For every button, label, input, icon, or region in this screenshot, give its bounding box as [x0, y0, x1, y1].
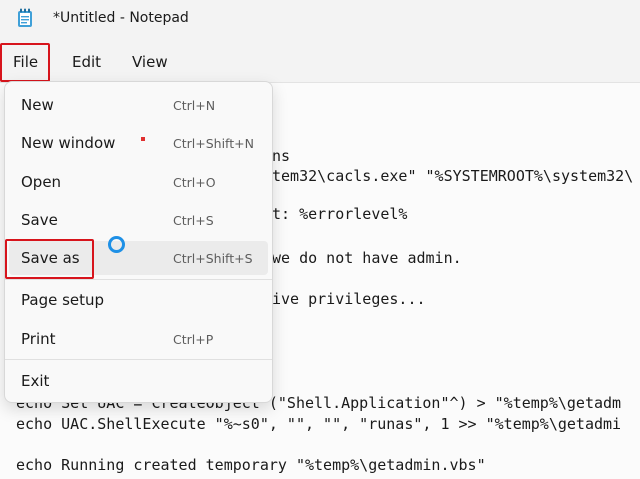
menu-item-new[interactable]: New Ctrl+N — [5, 88, 272, 122]
editor-line: t: %errorlevel% — [272, 205, 408, 223]
notepad-icon — [18, 8, 32, 27]
save-as-highlight-box — [5, 239, 94, 279]
menu-item-shortcut: Ctrl+Shift+N — [173, 136, 254, 151]
menu-item-shortcut: Ctrl+O — [173, 175, 216, 190]
menu-view[interactable]: View — [132, 53, 168, 71]
menu-item-label: Open — [21, 173, 62, 191]
window-title: *Untitled - Notepad — [53, 10, 189, 26]
editor-line: ns — [272, 147, 291, 165]
editor-line: tem32\cacls.exe" "%SYSTEMROOT%\system32\ — [272, 167, 634, 185]
title-bar: *Untitled - Notepad — [0, 0, 640, 38]
editor-line: echo Running created temporary "%temp%\g… — [16, 456, 486, 474]
menu-item-save[interactable]: Save Ctrl+S — [5, 203, 272, 237]
menu-divider — [5, 279, 272, 280]
editor-line: echo UAC.ShellExecute "%~s0", "", "", "r… — [16, 415, 622, 433]
menu-item-print[interactable]: Print Ctrl+P — [5, 322, 272, 356]
menu-item-label: Exit — [21, 372, 50, 390]
menu-edit[interactable]: Edit — [72, 53, 101, 71]
menu-item-exit[interactable]: Exit — [5, 364, 272, 398]
click-cursor-indicator — [108, 236, 125, 253]
menu-item-open[interactable]: Open Ctrl+O — [5, 165, 272, 199]
file-menu-highlight-box — [0, 43, 50, 82]
menu-item-label: Print — [21, 330, 56, 348]
menu-item-new-window[interactable]: New window Ctrl+Shift+N — [5, 126, 272, 160]
menu-item-shortcut: Ctrl+P — [173, 332, 214, 347]
annotation-dot — [141, 137, 145, 141]
menu-item-label: New window — [21, 134, 116, 152]
editor-line: ive privileges... — [272, 290, 426, 308]
menu-item-label: New — [21, 96, 54, 114]
menu-item-label: Save — [21, 211, 58, 229]
menu-divider — [5, 359, 272, 360]
menu-item-shortcut: Ctrl+S — [173, 213, 214, 228]
editor-line: we do not have admin. — [272, 249, 462, 267]
menu-item-page-setup[interactable]: Page setup — [5, 283, 272, 317]
menu-item-shortcut: Ctrl+Shift+S — [173, 251, 253, 266]
menu-item-shortcut: Ctrl+N — [173, 98, 216, 113]
menu-item-label: Page setup — [21, 291, 105, 309]
menu-bar: File Edit View — [0, 38, 640, 82]
